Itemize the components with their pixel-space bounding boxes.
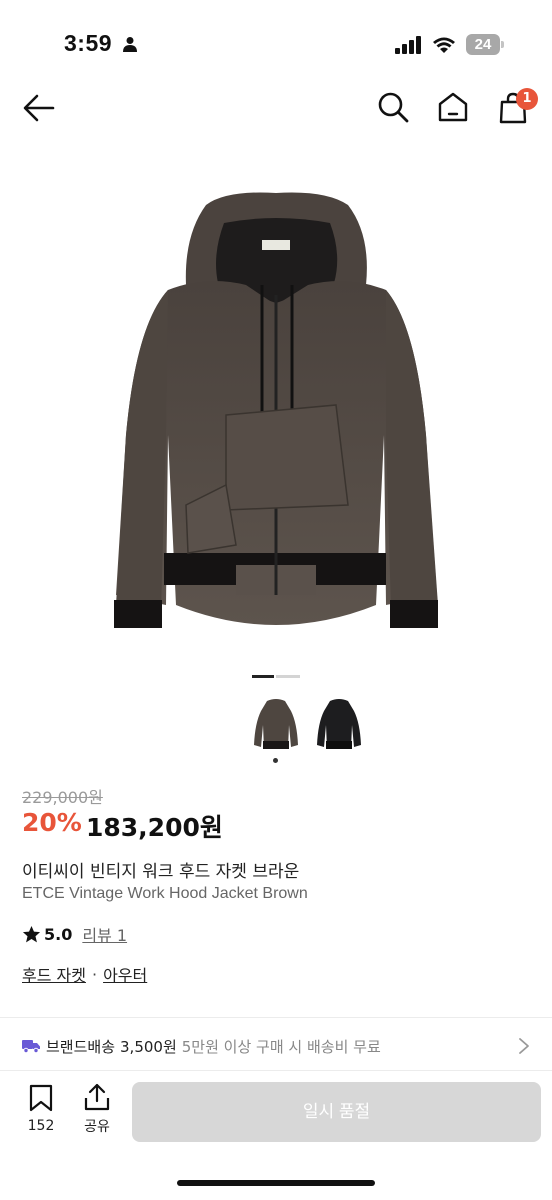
battery-tip bbox=[501, 41, 504, 48]
bookmark-count: 152 bbox=[27, 1118, 55, 1134]
person-icon bbox=[123, 37, 137, 52]
sold-out-button[interactable]: 일시 품절 bbox=[132, 1082, 541, 1142]
thumbnail-black-jacket[interactable] bbox=[314, 695, 364, 755]
shipping-label: 브랜드배송 bbox=[46, 1037, 116, 1056]
thumbnail-selected-dot bbox=[273, 758, 278, 763]
category-breadcrumb: 후드 자켓 · 아우터 bbox=[22, 962, 147, 986]
category-separator: · bbox=[91, 964, 98, 984]
category-link-outer[interactable]: 아우터 bbox=[103, 962, 147, 986]
brand-label bbox=[262, 240, 290, 250]
shipping-fee: 3,500원 bbox=[120, 1037, 177, 1056]
product-image[interactable] bbox=[86, 185, 466, 655]
rating-row: 5.0 리뷰 1 bbox=[22, 922, 127, 946]
battery-indicator: 24 bbox=[466, 34, 504, 55]
truck-icon bbox=[22, 1040, 40, 1053]
image-pager bbox=[252, 675, 300, 678]
share-icon bbox=[84, 1083, 110, 1111]
home-indicator bbox=[177, 1180, 375, 1186]
pager-active bbox=[252, 675, 274, 678]
discount-rate: 20% bbox=[22, 808, 82, 837]
search-icon[interactable] bbox=[376, 90, 410, 124]
chevron-right-icon bbox=[519, 1038, 529, 1054]
pager-inactive bbox=[276, 675, 300, 678]
status-bar: 3:59 24 bbox=[0, 0, 552, 90]
rating-value: 5.0 bbox=[44, 924, 73, 944]
sale-price: 183,200원 bbox=[86, 813, 223, 842]
star-icon bbox=[22, 925, 41, 942]
wifi-icon bbox=[433, 37, 455, 53]
signal-icon bbox=[395, 36, 421, 54]
product-name-english: ETCE Vintage Work Hood Jacket Brown bbox=[22, 885, 308, 902]
section-divider bbox=[0, 1017, 552, 1018]
bookmark-button[interactable]: 152 bbox=[22, 1084, 60, 1140]
product-name-korean: 이티씨이 빈티지 워크 후드 자켓 브라운 bbox=[22, 862, 300, 882]
bookmark-icon bbox=[29, 1084, 53, 1112]
thumbnail-brown-jacket[interactable] bbox=[251, 695, 301, 755]
bottom-bar-divider bbox=[0, 1070, 552, 1071]
review-link[interactable]: 리뷰 1 bbox=[82, 922, 127, 946]
shipping-info-row[interactable]: 브랜드배송 3,500원 5만원 이상 구매 시 배송비 무료 bbox=[22, 1033, 532, 1059]
back-arrow-icon[interactable] bbox=[22, 91, 56, 125]
cart-count-badge: 1 bbox=[516, 88, 538, 110]
original-price: 229,000원 bbox=[22, 788, 103, 807]
status-time: 3:59 bbox=[64, 30, 113, 56]
share-label: 공유 bbox=[84, 1119, 110, 1135]
shipping-note: 5만원 이상 구매 시 배송비 무료 bbox=[181, 1037, 381, 1056]
category-link-hood-jacket[interactable]: 후드 자켓 bbox=[22, 962, 86, 986]
share-button[interactable]: 공유 bbox=[78, 1082, 116, 1140]
battery-level: 24 bbox=[466, 34, 500, 55]
home-icon[interactable] bbox=[436, 90, 470, 124]
